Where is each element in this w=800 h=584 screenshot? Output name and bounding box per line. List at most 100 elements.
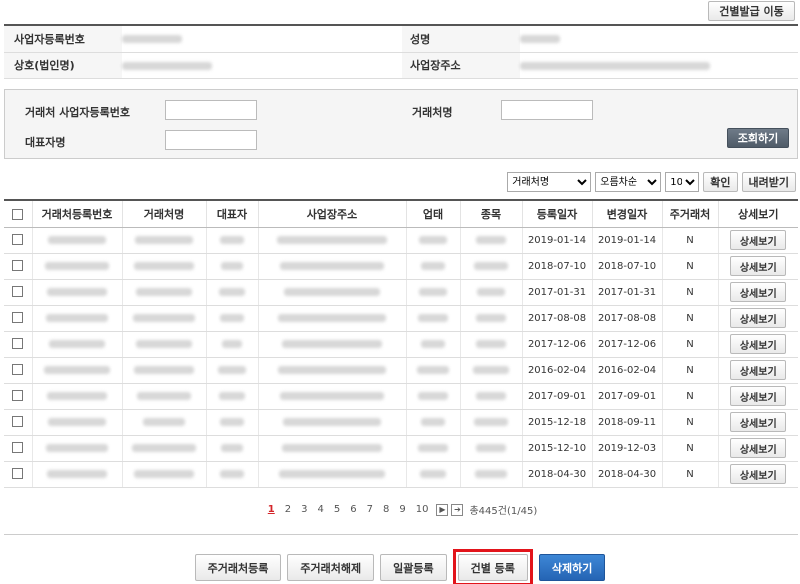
col-header: 거래처명 — [122, 201, 207, 228]
row-checkbox[interactable] — [12, 312, 24, 324]
redacted-cell — [32, 305, 123, 332]
biz-no-label: 사업자등록번호 — [4, 26, 122, 53]
detail-button[interactable]: 상세보기 — [730, 308, 787, 328]
sort-order-select[interactable]: 오름차순 — [595, 172, 662, 192]
main-partner-cell: N — [662, 383, 719, 410]
row-checkbox[interactable] — [12, 390, 24, 402]
address-label: 사업장주소 — [402, 52, 520, 79]
redacted-cell — [258, 253, 407, 280]
detail-cell: 상세보기 — [718, 435, 798, 462]
row-checkbox-cell — [4, 409, 33, 436]
page-link[interactable]: 2 — [280, 504, 296, 515]
main-partner-register-button[interactable]: 주거래처등록 — [194, 554, 282, 581]
row-checkbox[interactable] — [12, 234, 24, 246]
partner-biz-no-input[interactable] — [165, 100, 257, 120]
page-link[interactable]: 9 — [394, 504, 410, 515]
page-link[interactable]: 10 — [411, 504, 434, 515]
search-button[interactable]: 조회하기 — [727, 128, 789, 148]
page-size-select[interactable]: 10 — [665, 172, 700, 192]
table-row[interactable]: 2016-02-04 2016-02-04 N 상세보기 — [4, 357, 798, 384]
page-link[interactable]: 1 — [263, 504, 280, 515]
reg-date-cell: 2018-04-30 — [522, 461, 593, 488]
redacted-cell — [32, 279, 123, 306]
reg-date-cell: 2019-01-14 — [522, 227, 593, 254]
redacted-cell — [32, 409, 123, 436]
redacted-cell — [122, 227, 207, 254]
main-partner-release-button[interactable]: 주거래처해제 — [287, 554, 375, 581]
main-partner-cell: N — [662, 305, 719, 332]
row-checkbox[interactable] — [12, 442, 24, 454]
reg-date-cell: 2018-07-10 — [522, 253, 593, 280]
page-link[interactable]: 3 — [296, 504, 312, 515]
redacted-cell — [406, 435, 461, 462]
select-all-checkbox[interactable] — [12, 208, 24, 220]
page-link[interactable]: 6 — [345, 504, 361, 515]
redacted-cell — [460, 435, 523, 462]
col-header: 업태 — [406, 201, 461, 228]
mod-date-cell: 2017-09-01 — [592, 383, 663, 410]
redacted-cell — [122, 253, 207, 280]
redacted-cell — [460, 227, 523, 254]
col-header: 종목 — [460, 201, 523, 228]
main-partner-cell: N — [662, 227, 719, 254]
ceo-name-input[interactable] — [165, 130, 257, 150]
page-link[interactable]: 7 — [362, 504, 378, 515]
ceo-name-label: 대표자명 — [25, 136, 66, 149]
detail-button[interactable]: 상세보기 — [730, 360, 787, 380]
redacted-cell — [460, 279, 523, 306]
redacted-cell — [122, 357, 207, 384]
table-row[interactable]: 2015-12-10 2019-12-03 N 상세보기 — [4, 435, 798, 462]
redacted-cell — [258, 435, 407, 462]
table-row[interactable]: 2017-09-01 2017-09-01 N 상세보기 — [4, 383, 798, 410]
row-checkbox-cell — [4, 383, 33, 410]
redacted-cell — [460, 253, 523, 280]
confirm-button[interactable]: 확인 — [703, 172, 738, 192]
mod-date-cell: 2017-08-08 — [592, 305, 663, 332]
row-checkbox[interactable] — [12, 260, 24, 272]
row-checkbox-cell — [4, 357, 33, 384]
row-checkbox[interactable] — [12, 364, 24, 376]
partner-name-input[interactable] — [501, 100, 593, 120]
bulk-register-button[interactable]: 일괄등록 — [380, 554, 447, 581]
row-checkbox[interactable] — [12, 286, 24, 298]
delete-button[interactable]: 삭제하기 — [538, 554, 606, 581]
table-row[interactable]: 2019-01-14 2019-01-14 N 상세보기 — [4, 227, 798, 254]
page-link[interactable]: 8 — [378, 504, 394, 515]
table-row[interactable]: 2017-12-06 2017-12-06 N 상세보기 — [4, 331, 798, 358]
row-checkbox[interactable] — [12, 416, 24, 428]
table-row[interactable]: 2017-01-31 2017-01-31 N 상세보기 — [4, 279, 798, 306]
main-partner-cell: N — [662, 461, 719, 488]
next-page-icon[interactable]: ▶ — [436, 503, 449, 516]
main-partner-cell: N — [662, 409, 719, 436]
table-row[interactable]: 2018-04-30 2018-04-30 N 상세보기 — [4, 461, 798, 488]
redacted-cell — [406, 279, 461, 306]
detail-button[interactable]: 상세보기 — [730, 282, 787, 302]
last-page-icon[interactable]: ➔ — [451, 503, 464, 516]
redacted-cell — [406, 461, 461, 488]
detail-button[interactable]: 상세보기 — [730, 334, 787, 354]
detail-button[interactable]: 상세보기 — [730, 464, 787, 484]
table-header-row: 거래처등록번호 거래처명 대표자 사업장주소 업태 종목 등록일자 변경일자 주… — [4, 201, 798, 228]
single-register-button[interactable]: 건별 등록 — [457, 554, 528, 581]
detail-button[interactable]: 상세보기 — [730, 386, 787, 406]
row-checkbox[interactable] — [12, 338, 24, 350]
detail-button[interactable]: 상세보기 — [730, 412, 787, 432]
redacted-cell — [122, 305, 207, 332]
table-row[interactable]: 2015-12-18 2018-09-11 N 상세보기 — [4, 409, 798, 436]
reg-date-cell: 2017-12-06 — [522, 331, 593, 358]
download-button[interactable]: 내려받기 — [741, 172, 796, 192]
total-count: 총445건(1/45) — [469, 506, 538, 517]
table-row[interactable]: 2018-07-10 2018-07-10 N 상세보기 — [4, 253, 798, 280]
detail-button[interactable]: 상세보기 — [730, 256, 787, 276]
row-checkbox[interactable] — [12, 468, 24, 480]
table-row[interactable]: 2017-08-08 2017-08-08 N 상세보기 — [4, 305, 798, 332]
sort-field-select[interactable]: 거래처명 — [507, 172, 592, 192]
page-link[interactable]: 5 — [329, 504, 345, 515]
detail-button[interactable]: 상세보기 — [730, 438, 787, 458]
page-link[interactable]: 4 — [312, 504, 328, 515]
detail-button[interactable]: 상세보기 — [730, 230, 787, 250]
issue-by-item-button[interactable]: 건별발급 이동 — [708, 1, 795, 21]
col-header: 주거래처 — [662, 201, 719, 228]
reg-date-cell: 2017-01-31 — [522, 279, 593, 306]
detail-cell: 상세보기 — [718, 253, 798, 280]
